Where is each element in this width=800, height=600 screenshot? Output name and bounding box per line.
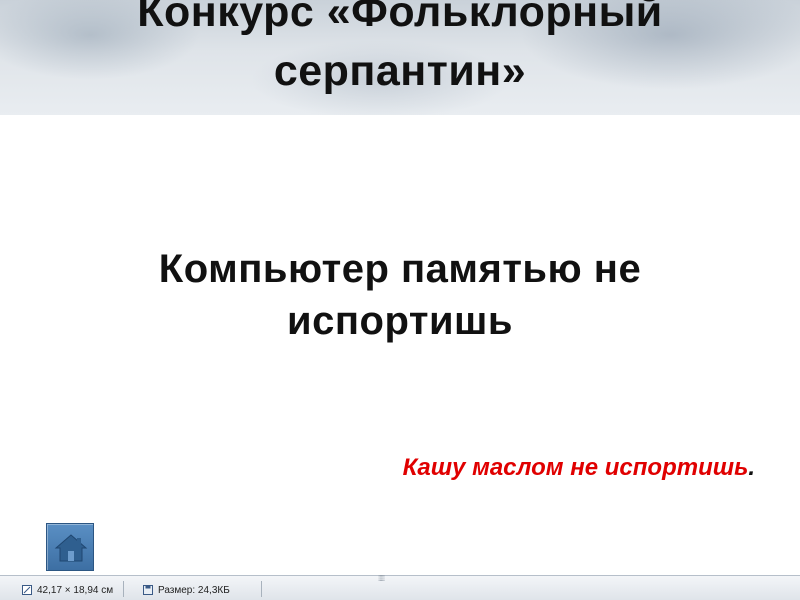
status-separator: [261, 581, 262, 597]
slide-title: Конкурс «Фольклорный серпантин»: [137, 0, 663, 95]
slide-answer: Кашу маслом не испортишь.: [200, 452, 755, 484]
status-separator: [123, 581, 124, 597]
home-button[interactable]: [46, 523, 94, 571]
disk-icon: [143, 585, 153, 595]
status-dimensions: 42,17 × 18,94 см: [22, 583, 113, 597]
answer-period: .: [748, 454, 755, 481]
size-text: Размер: 24,3КБ: [158, 584, 230, 596]
dimensions-icon: [22, 585, 32, 595]
answer-text: Кашу маслом не испортишь: [402, 454, 749, 481]
dimensions-text: 42,17 × 18,94 см: [37, 584, 114, 596]
slide-canvas: Конкурс «Фольклорный серпантин» Компьюте…: [0, 0, 800, 575]
resize-grip-icon[interactable]: ⁞⁞⁞⁞⁞: [378, 575, 385, 583]
slide-question: Компьютер памятью не испортишь: [158, 247, 642, 343]
status-size: Размер: 24,3КБ: [143, 583, 230, 597]
status-bar: ⁞⁞⁞⁞⁞ 42,17 × 18,94 см Размер: 24,3КБ: [0, 575, 800, 600]
